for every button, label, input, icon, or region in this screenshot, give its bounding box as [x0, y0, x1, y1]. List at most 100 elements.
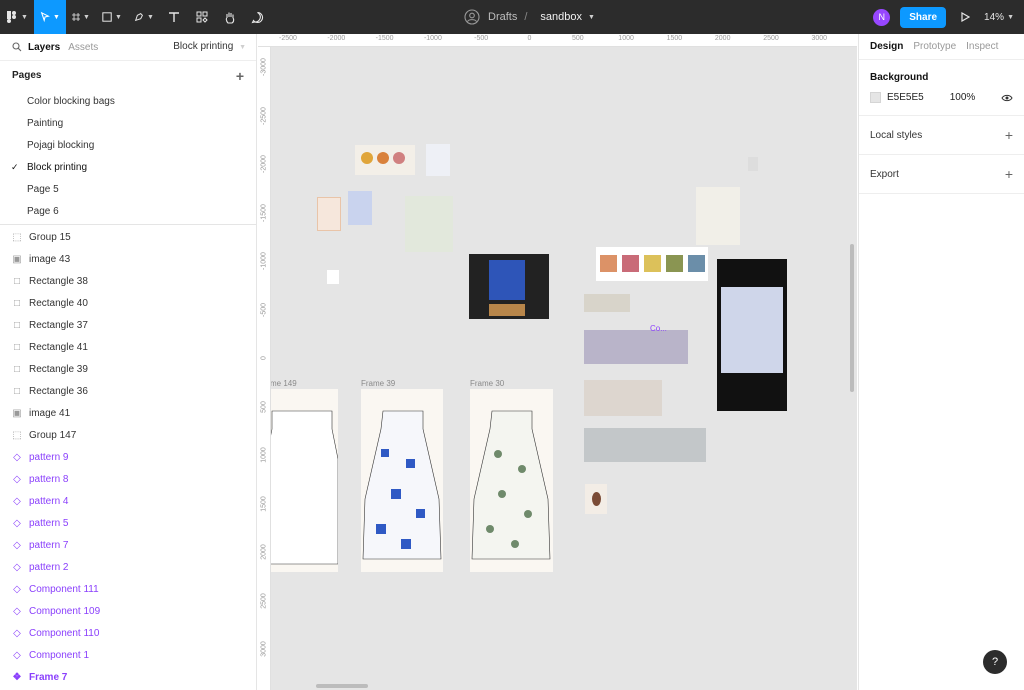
- frame-tool-button[interactable]: ▼: [66, 0, 96, 34]
- frame-label[interactable]: Frame 30: [470, 379, 504, 388]
- tab-assets[interactable]: Assets: [68, 42, 98, 53]
- breadcrumb-folder[interactable]: Drafts: [488, 11, 517, 23]
- main-menu-button[interactable]: ▼: [0, 0, 34, 34]
- layer-item[interactable]: ▣ image 43: [0, 248, 256, 270]
- skirt-frame-outline[interactable]: [269, 389, 339, 572]
- help-button[interactable]: ?: [983, 650, 1007, 674]
- file-name[interactable]: sandbox: [540, 11, 582, 23]
- skirt-frame-blue[interactable]: [361, 389, 443, 572]
- layer-item[interactable]: □ Rectangle 39: [0, 358, 256, 380]
- tab-prototype[interactable]: Prototype: [913, 41, 956, 52]
- layer-item[interactable]: ⬚ Group 15: [0, 226, 256, 248]
- zoom-level[interactable]: 14%: [984, 12, 1004, 23]
- frame-label[interactable]: Frame 39: [361, 379, 395, 388]
- add-page-icon[interactable]: +: [236, 69, 244, 83]
- dark-frame-artwork[interactable]: [469, 254, 549, 319]
- page-item-label: Color blocking bags: [27, 95, 115, 107]
- comment-tool-button[interactable]: [244, 0, 272, 34]
- layer-item[interactable]: ◇ Component 1: [0, 644, 256, 666]
- ruler-y-label: 1000: [260, 447, 268, 463]
- ruler-y-label: 1500: [260, 495, 268, 512]
- page-item-label: Pojagi blocking: [27, 139, 95, 151]
- page-item[interactable]: Page 6: [0, 200, 256, 222]
- layer-item[interactable]: ◇ pattern 5: [0, 512, 256, 534]
- layer-item[interactable]: ◇ pattern 7: [0, 534, 256, 556]
- text-tool-button[interactable]: [160, 0, 188, 34]
- layer-item[interactable]: ▣ image 41: [0, 402, 256, 424]
- small-white-card[interactable]: [327, 270, 339, 284]
- hand-tool-button[interactable]: [216, 0, 244, 34]
- tab-design[interactable]: Design: [870, 41, 903, 52]
- tab-inspect[interactable]: Inspect: [966, 41, 998, 52]
- rectangle-icon: □: [13, 275, 21, 287]
- green-pattern-tile[interactable]: [405, 196, 453, 252]
- layer-item[interactable]: ⬚ Group 147: [0, 424, 256, 446]
- mood-card-stack[interactable]: [696, 187, 740, 245]
- chevron-down-icon[interactable]: ▼: [588, 14, 595, 21]
- painting-thumbnail[interactable]: [317, 197, 341, 231]
- eye-icon[interactable]: [1001, 94, 1013, 102]
- tiny-card[interactable]: [748, 157, 758, 171]
- color-palette-card[interactable]: [355, 145, 415, 175]
- skirt-frame-green[interactable]: [470, 389, 553, 572]
- layer-item-label: image 41: [29, 407, 71, 419]
- skirt-illustration: [362, 410, 442, 560]
- layer-item[interactable]: □ Rectangle 37: [0, 314, 256, 336]
- component-label[interactable]: Co...: [650, 324, 667, 333]
- add-export-icon[interactable]: +: [1005, 167, 1013, 181]
- layer-item[interactable]: □ Rectangle 41: [0, 336, 256, 358]
- layer-item[interactable]: ❖ Frame 7: [0, 666, 256, 688]
- layer-item[interactable]: ◇ Component 110: [0, 622, 256, 644]
- page-item-label: Painting: [27, 117, 64, 129]
- vase-thumbnail[interactable]: [585, 484, 607, 514]
- page-item[interactable]: ✓ Block printing: [0, 156, 256, 178]
- blue-block-thumbnail[interactable]: [348, 191, 372, 225]
- layer-item-label: Group 147: [29, 429, 77, 441]
- add-style-icon[interactable]: +: [1005, 128, 1013, 142]
- layer-item[interactable]: ◇ Component 109: [0, 600, 256, 622]
- search-icon[interactable]: [12, 42, 22, 52]
- move-tool-button[interactable]: ▼: [33, 0, 66, 34]
- background-hex[interactable]: E5E5E5: [887, 92, 924, 103]
- frame-label[interactable]: me 149: [270, 379, 297, 388]
- thumbnail-row-1[interactable]: [584, 294, 630, 312]
- canvas[interactable]: me 149 Frame 39 Frame 30 Co... -2500 -200…: [258, 34, 857, 690]
- color-swatch-row[interactable]: [596, 247, 708, 281]
- current-page-selector[interactable]: Block printing ▼: [173, 41, 246, 52]
- layer-item[interactable]: ◇ pattern 4: [0, 490, 256, 512]
- ruler-y-label: -1000: [260, 252, 268, 270]
- layer-item[interactable]: □ Rectangle 38: [0, 270, 256, 292]
- shape-tool-button[interactable]: ▼: [96, 0, 128, 34]
- pen-icon: [134, 13, 143, 22]
- layer-item[interactable]: ◇ pattern 2: [0, 556, 256, 578]
- layer-item[interactable]: ◇ pattern 9: [0, 446, 256, 468]
- vertical-scrollbar[interactable]: [850, 244, 854, 392]
- thumbnail-grid-3[interactable]: [584, 428, 706, 462]
- page-item[interactable]: Page 5: [0, 178, 256, 200]
- background-swatch[interactable]: [870, 92, 881, 103]
- pen-tool-button[interactable]: ▼: [128, 0, 160, 34]
- phone-screenshot[interactable]: [717, 259, 787, 411]
- resources-button[interactable]: [188, 0, 216, 34]
- tab-layers[interactable]: Layers: [28, 42, 60, 53]
- pattern-swatch-cluster[interactable]: [426, 144, 450, 176]
- instance-icon: ◇: [13, 627, 21, 639]
- toolbar-right: N Share 14% ▼: [873, 0, 1014, 34]
- layer-item[interactable]: ◇ Component 111: [0, 578, 256, 600]
- play-icon[interactable]: [960, 12, 971, 22]
- thumbnail-grid-1[interactable]: [584, 330, 688, 364]
- page-item[interactable]: Pojagi blocking: [0, 134, 256, 156]
- chevron-down-icon[interactable]: ▼: [1007, 14, 1014, 21]
- share-button[interactable]: Share: [900, 6, 947, 28]
- layer-item[interactable]: ◇ pattern 8: [0, 468, 256, 490]
- thumbnail-grid-2[interactable]: [584, 380, 662, 416]
- ruler-x-label: 2500: [763, 35, 779, 42]
- layer-item[interactable]: □ Rectangle 40: [0, 292, 256, 314]
- layer-item[interactable]: □ Rectangle 36: [0, 380, 256, 402]
- page-item[interactable]: Color blocking bags: [0, 90, 256, 112]
- horizontal-scrollbar[interactable]: [316, 684, 368, 688]
- rectangle-icon: □: [13, 385, 21, 397]
- avatar[interactable]: N: [873, 8, 891, 26]
- page-item[interactable]: Painting: [0, 112, 256, 134]
- background-opacity[interactable]: 100%: [950, 92, 976, 103]
